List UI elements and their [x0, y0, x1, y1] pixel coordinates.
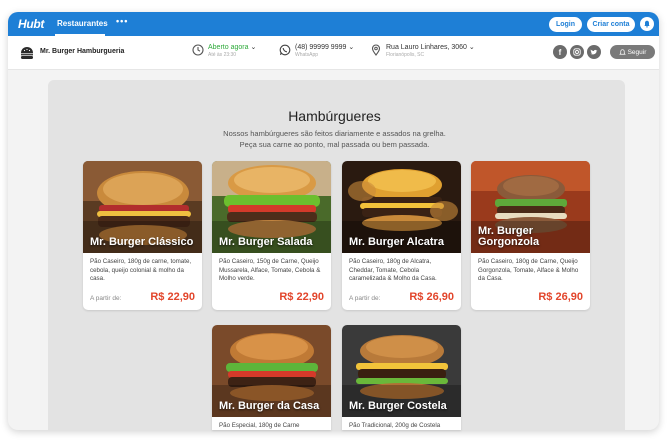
product-description: Pão Caseiro, 150g de Carne, Queijo Mussa…	[219, 258, 321, 283]
product-image: Mr. Burger Gorgonzola	[471, 161, 590, 253]
facebook-icon[interactable]: f	[553, 45, 567, 59]
product-name: Mr. Burger Gorgonzola	[478, 225, 540, 248]
section-description-line-1: Nossos hambúrgueres são feitos diariamen…	[223, 129, 446, 138]
chevron-down-icon: ⌄	[468, 44, 475, 51]
create-account-button[interactable]: Criar conta	[587, 17, 635, 32]
opening-hours-dropdown[interactable]: Aberto agora ⌄ Até às 23:30	[192, 43, 256, 58]
bell-icon	[644, 20, 650, 28]
price-from-label: A partir de:	[90, 295, 122, 302]
product-card[interactable]: Mr. Burger Gorgonzola Pão Caseiro, 180g …	[471, 161, 590, 310]
product-description: Pão Caseiro, 180g de Carne, Queijo Gorgo…	[478, 258, 579, 283]
phone-number: (48) 99999 9999	[295, 44, 347, 51]
chevron-down-icon: ⌄	[250, 44, 257, 51]
city: Florianópolis, SC	[386, 52, 425, 58]
notifications-button[interactable]	[640, 17, 654, 31]
tab-restaurantes[interactable]: Restaurantes	[57, 19, 108, 28]
product-name: Mr. Burger Costela	[349, 400, 447, 412]
product-image: Mr. Burger Clássico	[83, 161, 202, 253]
product-card[interactable]: Mr. Burger da Casa Pão Especial, 180g de…	[212, 325, 331, 430]
product-card[interactable]: Mr. Burger Clássico Pão Caseiro, 180g de…	[83, 161, 202, 310]
product-name: Mr. Burger Alcatra	[349, 236, 444, 248]
product-footer: R$ 22,90	[212, 290, 331, 310]
restaurant-logo	[21, 47, 33, 59]
product-price: R$ 22,90	[150, 291, 195, 303]
product-image: Mr. Burger Alcatra	[342, 161, 461, 253]
twitter-glyph	[590, 49, 598, 55]
product-footer: A partir de: R$ 26,90	[342, 290, 461, 310]
product-price: R$ 26,90	[538, 291, 583, 303]
hubt-logo[interactable]: Hubt	[18, 17, 44, 31]
product-description: Pão Tradicional, 200g de Costela	[349, 422, 441, 429]
restaurant-name: Mr. Burger Hamburgueria	[40, 48, 125, 55]
section-title: Hambúrgueres	[288, 108, 381, 124]
closing-time: Até às 23:30	[208, 52, 237, 58]
section-description: Nossos hambúrgueres são feitos diariamen…	[0, 129, 669, 150]
follow-button[interactable]: Seguir	[610, 45, 655, 59]
address-dropdown[interactable]: Rua Lauro Linhares, 3060 ⌄ Florianópolis…	[370, 43, 475, 58]
product-description: Pão Especial, 180g de Carne	[219, 422, 300, 429]
product-description: Pão Caseiro, 180g de carne, tomate, cebo…	[90, 258, 192, 283]
product-image: Mr. Burger Salada	[212, 161, 331, 253]
product-name: Mr. Burger Clássico	[90, 236, 194, 248]
price-from-label: A partir de:	[349, 295, 381, 302]
product-card[interactable]: Mr. Burger Salada Pão Caseiro, 150g de C…	[212, 161, 331, 310]
whatsapp-icon	[279, 44, 291, 56]
login-button[interactable]: Login	[549, 17, 582, 32]
product-footer: R$ 26,90	[471, 290, 590, 310]
street-address: Rua Lauro Linhares, 3060	[386, 44, 467, 51]
open-status: Aberto agora	[208, 44, 249, 51]
product-image: Mr. Burger da Casa	[212, 325, 331, 417]
restaurant-info-bar: Mr. Burger Hamburgueria Aberto agora ⌄ A…	[8, 36, 659, 70]
bell-outline-icon	[618, 48, 626, 55]
product-card[interactable]: Mr. Burger Costela Pão Tradicional, 200g…	[342, 325, 461, 430]
chevron-down-icon: ⌄	[348, 44, 355, 51]
product-description: Pão Caseiro, 180g de Alcatra, Cheddar, T…	[349, 258, 437, 283]
more-menu-button[interactable]: •••	[116, 16, 128, 26]
product-name: Mr. Burger Salada	[219, 236, 313, 248]
instagram-glyph	[573, 48, 581, 56]
instagram-icon[interactable]	[570, 45, 584, 59]
product-card[interactable]: Mr. Burger Alcatra Pão Caseiro, 180g de …	[342, 161, 461, 310]
follow-label: Seguir	[627, 48, 647, 56]
product-price: R$ 22,90	[279, 291, 324, 303]
phone-dropdown[interactable]: (48) 99999 9999 ⌄ WhatsApp	[279, 43, 354, 58]
product-price: R$ 26,90	[409, 291, 454, 303]
product-name: Mr. Burger da Casa	[219, 400, 320, 412]
product-image: Mr. Burger Costela	[342, 325, 461, 417]
twitter-icon[interactable]	[587, 45, 601, 59]
clock-icon	[192, 44, 204, 56]
phone-type: WhatsApp	[295, 52, 319, 58]
product-footer: A partir de: R$ 22,90	[83, 290, 202, 310]
section-description-line-2: Peça sua carne ao ponto, mal passada ou …	[239, 139, 430, 149]
location-pin-icon	[371, 44, 381, 56]
top-navbar: Hubt Restaurantes ••• Login Criar conta	[8, 12, 659, 36]
